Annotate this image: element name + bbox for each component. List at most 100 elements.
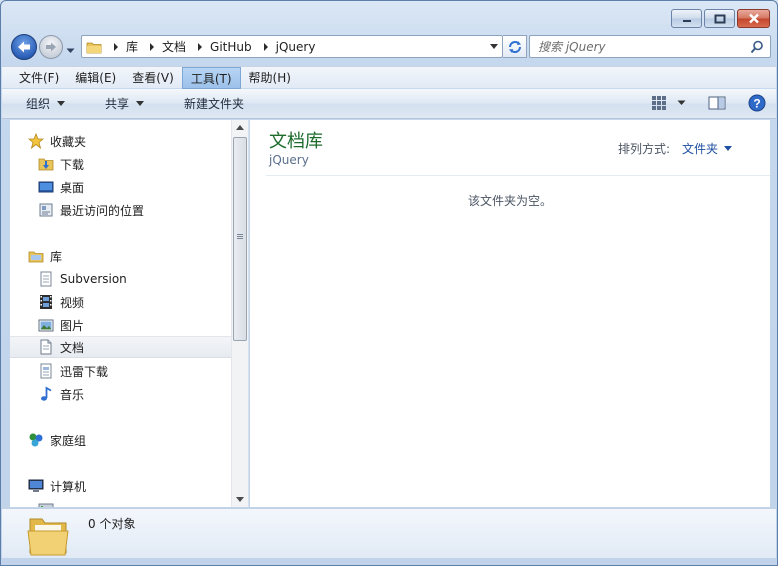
folder-icon [26,511,70,560]
details-pane: 0 个对象 [2,508,776,558]
nav-subversion[interactable]: Subversion [10,268,232,290]
arrange-by-dropdown[interactable]: 文件夹 [682,140,732,157]
library-title: 文档库 [269,131,323,152]
empty-folder-message: 该文件夹为空。 [467,194,552,208]
caption-buttons [671,9,770,28]
back-button[interactable] [11,34,37,60]
nav-downloads[interactable]: 下载 [10,153,232,175]
search-input[interactable] [538,39,738,54]
search-icon[interactable] [750,40,764,57]
computer-icon [28,478,44,494]
chevron-down-icon [66,48,75,53]
address-history-dropdown[interactable] [490,44,498,49]
command-bar: 组织 共享 新建文件夹 ? [2,89,776,119]
downloads-folder-icon [38,156,54,172]
svg-text:?: ? [753,97,760,111]
nav-music-label: 音乐 [60,387,85,402]
chevron-down-icon [724,146,732,151]
maximize-button[interactable] [704,9,735,28]
nav-documents-label: 文档 [60,340,85,355]
menu-bar: 文件(F) 编辑(E) 查看(V) 工具(T) 帮助(H) [2,66,776,89]
chevron-down-icon [136,101,145,106]
menu-file[interactable]: 文件(F) [11,67,67,89]
new-folder-button[interactable]: 新建文件夹 [176,92,252,116]
recent-pages-dropdown[interactable] [66,43,75,57]
nav-pictures[interactable]: 图片 [10,314,232,336]
picture-icon [38,317,54,333]
item-count: 0 个对象 [88,517,136,531]
nav-computer-label: 计算机 [50,479,87,494]
preview-pane-icon [708,96,726,110]
nav-libraries-label: 库 [50,249,63,264]
close-button[interactable] [737,9,770,28]
breadcrumb-separator[interactable] [114,42,118,51]
nav-thunder-downloads-label: 迅雷下载 [60,364,109,379]
navigation-pane: 收藏夹 下载 桌面 最近访问的位置 库 Subversion 视频 图片 文档 … [10,120,249,507]
arrange-by: 排列方式: 文件夹 [618,140,732,157]
navigation-row: 库 文档 GitHub jQuery [9,32,771,60]
new-folder-label: 新建文件夹 [184,97,245,111]
address-bar[interactable]: 库 文档 GitHub jQuery [81,35,503,58]
breadcrumb-item[interactable]: GitHub [210,40,252,54]
music-note-icon [38,386,54,402]
share-button[interactable]: 共享 [97,92,152,116]
breadcrumb-item[interactable]: jQuery [276,40,316,54]
minimize-icon [682,19,691,22]
folder-icon [86,40,102,54]
help-icon: ? [748,94,766,112]
homegroup-icon [28,432,44,448]
change-view-button[interactable] [651,95,698,111]
nav-computer[interactable]: 计算机 [10,475,232,497]
nav-pictures-label: 图片 [60,318,85,333]
nav-scrollbar[interactable] [231,120,248,507]
nav-homegroup-label: 家庭组 [50,433,87,448]
grip-icon [237,234,243,235]
recent-places-icon [38,202,54,218]
menu-help[interactable]: 帮助(H) [241,67,299,89]
scroll-thumb[interactable] [233,137,247,341]
maximize-icon [714,14,725,23]
content-pane: 文档库 jQuery 排列方式: 文件夹 该文件夹为空。 [250,120,770,507]
desktop-icon [38,179,54,195]
menu-edit[interactable]: 编辑(E) [67,67,124,89]
video-icon [38,294,54,310]
menu-tools[interactable]: 工具(T) [181,66,241,89]
nav-desktop[interactable]: 桌面 [10,176,232,198]
forward-arrow-icon [46,42,56,52]
breadcrumb-item[interactable]: 库 [126,38,138,55]
nav-favorites-label: 收藏夹 [50,134,87,149]
nav-videos-label: 视频 [60,295,85,310]
nav-local-disk[interactable] [10,498,232,507]
nav-thunder-downloads[interactable]: 迅雷下载 [10,360,232,382]
refresh-button[interactable] [503,35,527,58]
organize-label: 组织 [26,97,51,111]
nav-documents[interactable]: 文档 [10,336,232,358]
refresh-icon [508,40,521,53]
star-icon [28,133,44,149]
scroll-up-arrow[interactable] [236,125,244,130]
arrange-by-label: 排列方式: [617,142,670,156]
organize-button[interactable]: 组织 [18,92,73,116]
nav-homegroup[interactable]: 家庭组 [10,429,232,451]
header-divider [266,175,770,176]
breadcrumb-separator[interactable] [150,42,155,51]
scroll-down-arrow[interactable] [236,497,244,502]
chevron-down-icon [677,100,686,105]
share-label: 共享 [105,97,130,111]
breadcrumb-separator[interactable] [263,42,268,51]
search-box[interactable] [529,35,771,58]
help-button[interactable]: ? [748,94,766,112]
minimize-button[interactable] [671,9,702,28]
preview-pane-button[interactable] [708,95,726,111]
breadcrumb-separator[interactable] [198,42,203,51]
document-library-icon [38,271,54,287]
nav-libraries[interactable]: 库 [10,245,232,267]
nav-videos[interactable]: 视频 [10,291,232,313]
nav-recent-places[interactable]: 最近访问的位置 [10,199,232,221]
forward-button[interactable] [39,35,63,59]
breadcrumb-item[interactable]: 文档 [162,38,186,55]
menu-view[interactable]: 查看(V) [124,67,182,89]
nav-music[interactable]: 音乐 [10,383,232,405]
nav-favorites[interactable]: 收藏夹 [10,130,232,152]
library-subtitle: jQuery [269,153,309,167]
